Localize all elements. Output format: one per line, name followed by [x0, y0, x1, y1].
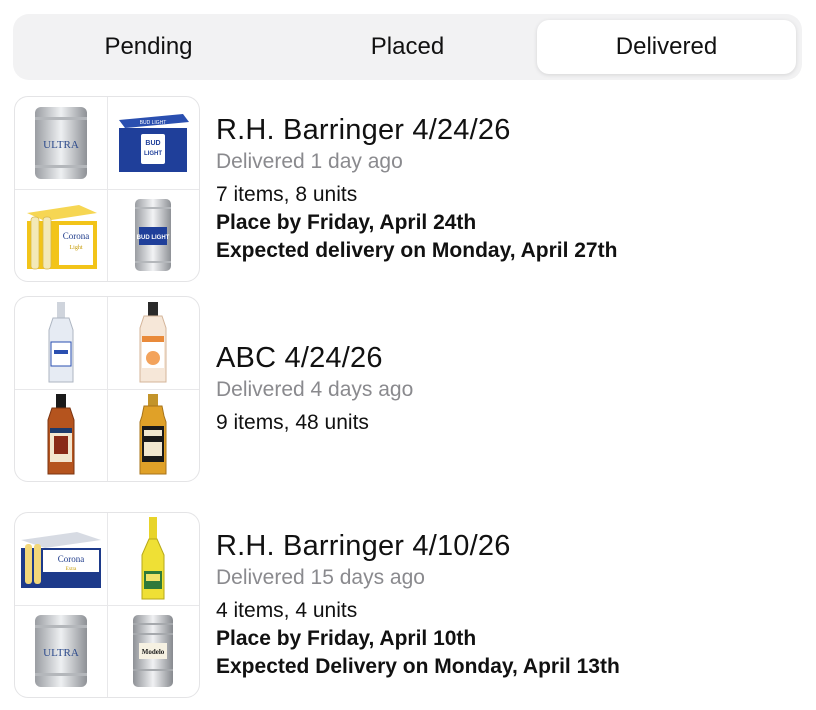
order-expected-delivery: Expected Delivery on Monday, April 13th: [216, 655, 620, 678]
keg-modelo-image: Modelo: [107, 605, 199, 697]
keg-ultra-image: ULTRA: [15, 605, 107, 697]
svg-text:Light: Light: [69, 245, 82, 251]
tab-pending[interactable]: Pending: [19, 20, 278, 74]
svg-text:BUD LIGHT: BUD LIGHT: [140, 120, 167, 126]
order-thumbnail-grid: Corona Extra ULTRA Modelo: [14, 512, 200, 698]
corona-light-case-image: Corona Light: [15, 189, 107, 281]
status-segmented-control: Pending Placed Delivered: [13, 14, 802, 80]
order-thumbnail-grid: [14, 296, 200, 482]
order-title: R.H. Barringer 4/24/26: [216, 114, 511, 146]
keg-bud-light-image: BUD LIGHT: [107, 189, 199, 281]
bud-light-case-image: BUD LIGHT BUD LIGHT: [107, 97, 199, 189]
svg-text:ULTRA: ULTRA: [43, 647, 79, 659]
order-status: Delivered 15 days ago: [216, 566, 425, 589]
peach-bottle-image: [107, 297, 199, 389]
svg-text:Modelo: Modelo: [142, 648, 165, 656]
yellow-bottle-image: [107, 513, 199, 605]
order-place-by: Place by Friday, April 24th: [216, 211, 477, 234]
order-card-rh-barringer-0424[interactable]: ULTRA BUD LIGHT BUD LIGHT Corona Light B…: [14, 96, 804, 282]
order-summary: 4 items, 4 units: [216, 599, 358, 622]
tab-delivered[interactable]: Delivered: [537, 20, 796, 74]
svg-text:BUD LIGHT: BUD LIGHT: [137, 235, 170, 241]
svg-text:Corona: Corona: [63, 231, 90, 241]
svg-text:ULTRA: ULTRA: [43, 139, 79, 151]
order-title: R.H. Barringer 4/10/26: [216, 530, 511, 562]
order-expected-delivery: Expected delivery on Monday, April 27th: [216, 239, 618, 262]
svg-text:LIGHT: LIGHT: [144, 151, 162, 157]
order-summary: 7 items, 8 units: [216, 183, 358, 206]
order-card-abc-0424[interactable]: ABC 4/24/26 Delivered 4 days ago 9 items…: [14, 296, 804, 482]
bourbon-bottle-image: [107, 389, 199, 481]
order-status: Delivered 1 day ago: [216, 150, 403, 173]
clear-bottle-image: [15, 297, 107, 389]
order-summary: 9 items, 48 units: [216, 411, 369, 434]
keg-ultra-image: ULTRA: [15, 97, 107, 189]
order-title: ABC 4/24/26: [216, 342, 383, 374]
tab-placed[interactable]: Placed: [278, 20, 537, 74]
order-status: Delivered 4 days ago: [216, 378, 414, 401]
svg-text:Extra: Extra: [65, 567, 77, 572]
svg-text:Corona: Corona: [58, 554, 85, 564]
corona-extra-case-image: Corona Extra: [15, 513, 107, 605]
order-thumbnail-grid: ULTRA BUD LIGHT BUD LIGHT Corona Light B…: [14, 96, 200, 282]
rum-bottle-image: [15, 389, 107, 481]
svg-text:BUD: BUD: [146, 140, 161, 147]
order-place-by: Place by Friday, April 10th: [216, 627, 477, 650]
order-card-rh-barringer-0410[interactable]: Corona Extra ULTRA Modelo R.H. Barringer…: [14, 512, 804, 698]
